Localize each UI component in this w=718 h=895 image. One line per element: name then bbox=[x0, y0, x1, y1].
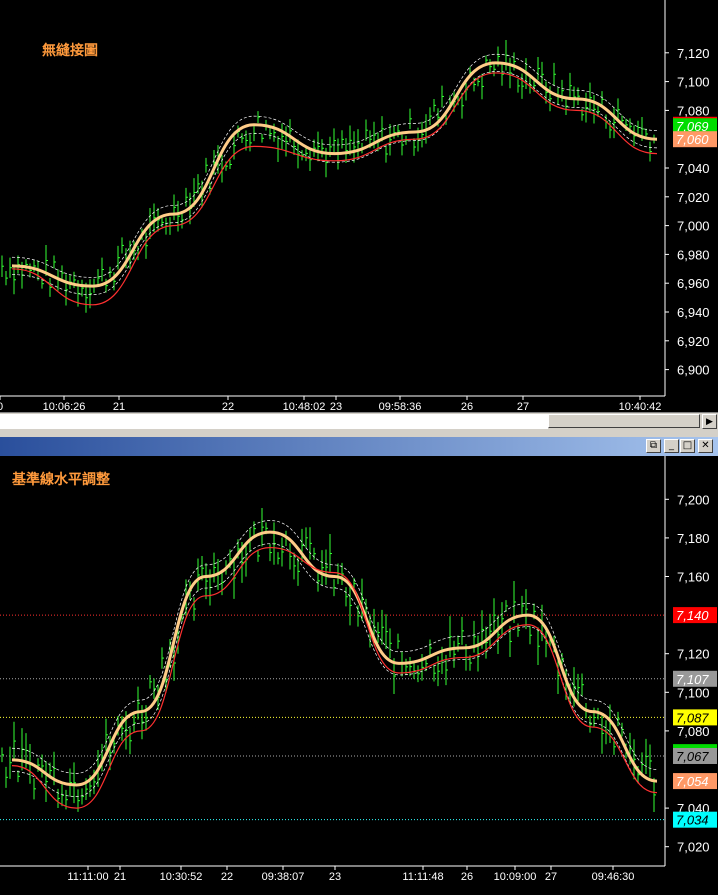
x-tick-label: 10:30:52 bbox=[160, 871, 203, 883]
x-tick-label: 22 bbox=[221, 871, 233, 883]
y-tick-label: 6,940 bbox=[677, 305, 710, 320]
y-tick-label: 7,200 bbox=[677, 492, 710, 507]
y-tick-label: 7,120 bbox=[677, 647, 710, 662]
top-horizontal-scrollbar[interactable]: ▶ bbox=[0, 412, 718, 430]
x-tick-label: 10:09:00 bbox=[494, 871, 537, 883]
x-tick-label: 11:11:00 bbox=[67, 871, 108, 883]
close-icon[interactable]: ✕ bbox=[698, 439, 713, 453]
price-tag-label: 7,087 bbox=[676, 710, 709, 725]
y-tick-label: 7,100 bbox=[677, 75, 710, 90]
y-tick-label: 7,040 bbox=[677, 161, 710, 176]
moving-average-line bbox=[11, 530, 658, 787]
y-tick-label: 7,080 bbox=[677, 103, 710, 118]
price-tag-label: 7,034 bbox=[676, 813, 709, 828]
y-tick-label: 7,000 bbox=[677, 219, 710, 234]
x-tick-label: 21 bbox=[114, 871, 126, 883]
signal-line bbox=[11, 72, 658, 306]
minimize-icon[interactable]: _ bbox=[664, 439, 679, 453]
y-tick-label: 7,020 bbox=[677, 840, 710, 855]
scroll-track[interactable] bbox=[0, 414, 548, 429]
price-tag-label: 7,067 bbox=[676, 749, 709, 764]
lower-band-line bbox=[11, 71, 658, 296]
top-chart-title: 無縫接圖 bbox=[42, 43, 98, 59]
x-tick-label: 09:46:30 bbox=[592, 871, 635, 883]
restore-icon[interactable]: ⧉ bbox=[646, 439, 661, 453]
price-tag-label: 7,054 bbox=[676, 774, 709, 789]
top-chart-plot: 7,120 7,100 7,080 7,040 7,020 7,000 6,980 6,960… bbox=[0, 0, 717, 413]
y-tick-label: 6,920 bbox=[677, 334, 710, 349]
x-tick-label: 09:38:07 bbox=[262, 871, 305, 883]
y-tick-label: 7,160 bbox=[677, 570, 710, 585]
x-tick-label: 26 bbox=[461, 871, 473, 883]
scroll-thumb[interactable] bbox=[548, 414, 700, 428]
price-tag-label: 7,060 bbox=[676, 132, 709, 147]
y-tick-label: 6,980 bbox=[677, 247, 710, 262]
x-tick-label: 11:11:48 bbox=[402, 871, 443, 883]
bottom-chart-plot: 7,2007,1807,1607,1207,1007,0807,0407,020… bbox=[0, 456, 717, 883]
y-tick-label: 6,960 bbox=[677, 276, 710, 291]
x-tick-label: 23 bbox=[329, 871, 341, 883]
bottom-chart-title: 基準線水平調整 bbox=[12, 472, 110, 488]
x-tick-label: 27 bbox=[545, 871, 557, 883]
y-tick-label: 7,180 bbox=[677, 531, 710, 546]
maximize-icon[interactable]: □ bbox=[680, 439, 695, 453]
top-chart-pane: 7,120 7,100 7,080 7,040 7,020 7,000 6,980 6,960… bbox=[0, 0, 718, 418]
upper-band-line bbox=[11, 520, 658, 774]
y-tick-label: 7,080 bbox=[677, 724, 710, 739]
y-tick-label: 6,900 bbox=[677, 363, 710, 378]
y-tick-label: 7,020 bbox=[677, 190, 710, 205]
window-titlebar[interactable]: ⧉ _ □ ✕ bbox=[0, 437, 718, 456]
y-tick-label: 7,120 bbox=[677, 46, 710, 61]
price-tag-label: 7,107 bbox=[676, 672, 709, 687]
price-tag-label: 7,140 bbox=[676, 608, 709, 623]
scroll-right-icon[interactable]: ▶ bbox=[702, 414, 717, 429]
bottom-chart-pane: 7,200 7,180 7,160 7,120 7,100 7,080 7,040 7,020… bbox=[0, 456, 718, 895]
pane-divider bbox=[0, 430, 718, 437]
upper-band-line bbox=[11, 53, 658, 278]
y-tick-label: 7,100 bbox=[677, 685, 710, 700]
moving-average-line bbox=[11, 61, 658, 288]
